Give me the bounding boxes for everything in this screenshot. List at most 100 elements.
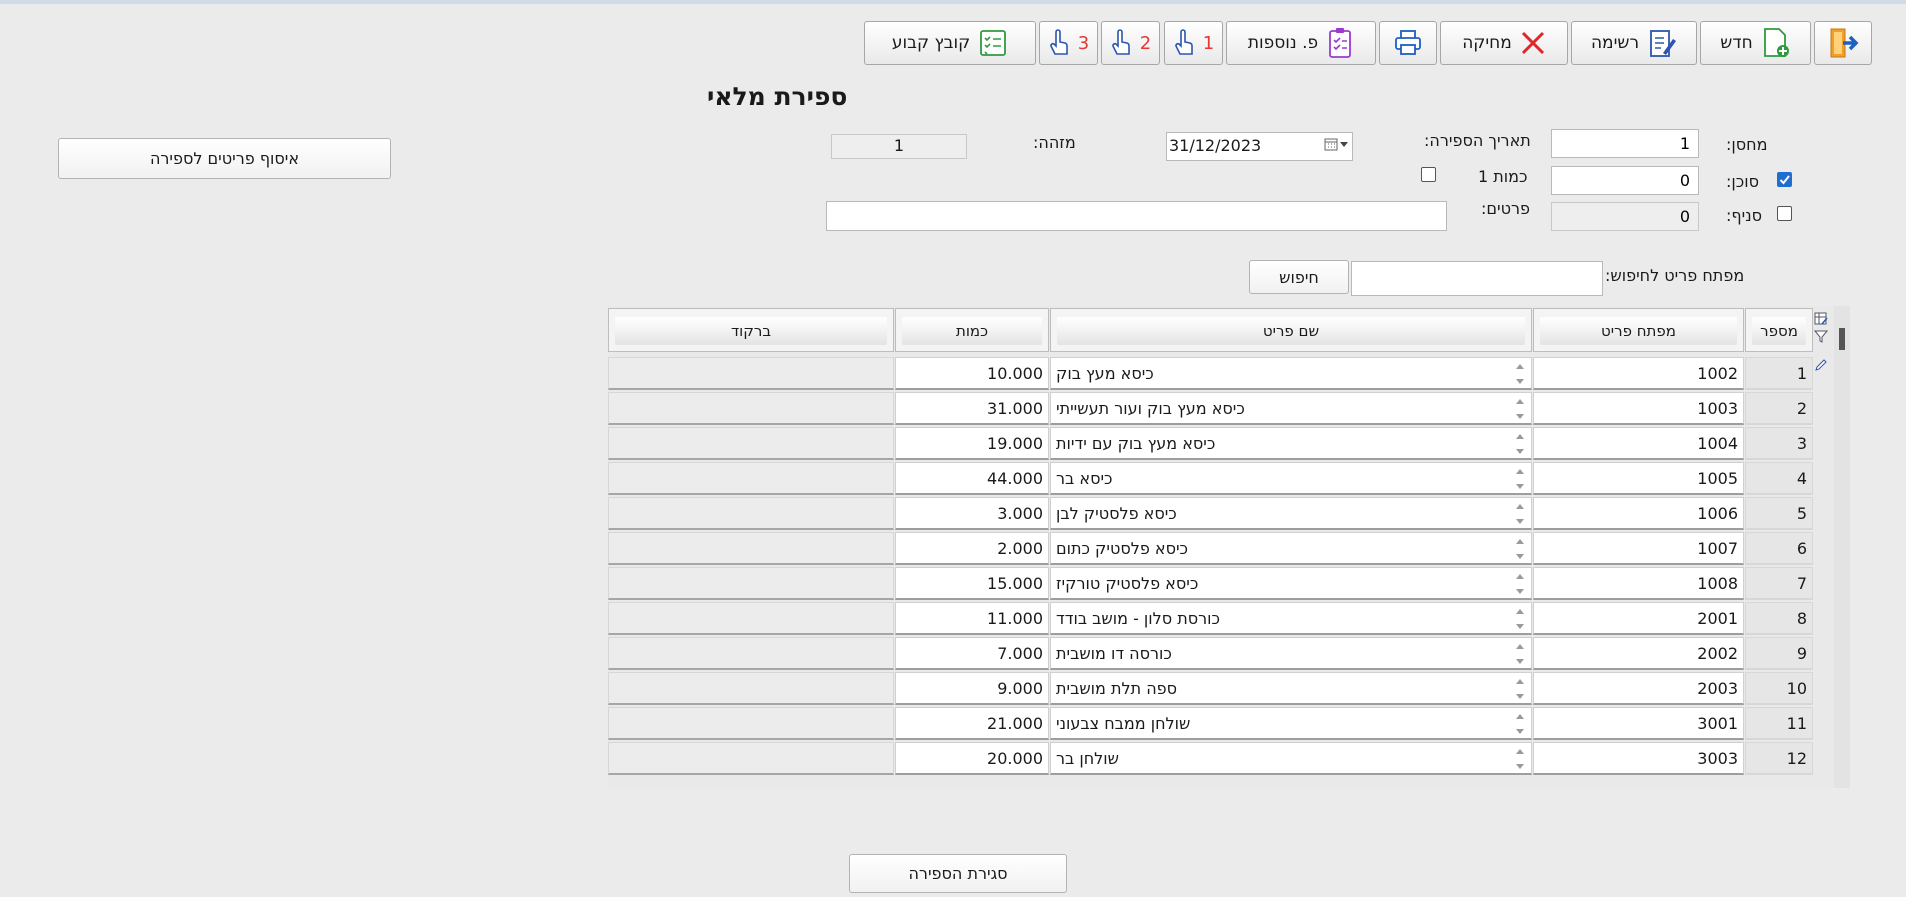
close-count-button[interactable]: סגירת הספירה (849, 854, 1067, 893)
quantity-cell[interactable]: 11.000 (895, 602, 1049, 635)
search-input[interactable] (1351, 261, 1603, 296)
warehouse-field[interactable] (1551, 129, 1699, 158)
barcode-cell[interactable] (608, 427, 894, 460)
table-row[interactable]: 15.000 כיסא פלסטיק טורקיז 1008 7 (608, 567, 1813, 602)
item-key-cell[interactable]: 1006 (1533, 497, 1744, 530)
item-key-cell[interactable]: 1007 (1533, 532, 1744, 565)
hand-1-button[interactable]: 1 (1164, 21, 1223, 65)
column-header-quantity[interactable]: כמות (895, 308, 1049, 352)
hand-2-button[interactable]: 2 (1101, 21, 1160, 65)
new-button[interactable]: חדש (1700, 21, 1811, 65)
column-header-barcode[interactable]: ברקוד (608, 308, 894, 352)
edit-pencil-icon[interactable] (1814, 358, 1828, 372)
spinner-arrows-icon[interactable] (1515, 676, 1525, 702)
quantity-cell[interactable]: 19.000 (895, 427, 1049, 460)
table-row[interactable]: 31.000 כיסא מעץ בוק ועור תעשייתי 1003 2 (608, 392, 1813, 427)
table-row[interactable]: 7.000 כורסה דו מושבית 2002 9 (608, 637, 1813, 672)
item-name-cell[interactable]: כיסא פלסטיק כתום (1050, 532, 1532, 565)
qty1-checkbox[interactable] (1421, 167, 1436, 182)
search-button[interactable]: חיפוש (1249, 260, 1349, 294)
table-row[interactable]: 9.000 ספה תלת מושבית 2003 10 (608, 672, 1813, 707)
more-functions-button[interactable]: פ. נוספות (1226, 21, 1376, 65)
item-name-cell[interactable]: כיסא מעץ בוק עם ידיות (1050, 427, 1532, 460)
filter-icon[interactable] (1814, 329, 1828, 343)
hand-3-button[interactable]: 3 (1039, 21, 1098, 65)
collect-items-button[interactable]: איסוף פריטים לספירה (58, 138, 391, 179)
item-key-cell[interactable]: 1005 (1533, 462, 1744, 495)
spinner-arrows-icon[interactable] (1515, 536, 1525, 562)
item-key-cell[interactable]: 2002 (1533, 637, 1744, 670)
agent-checkbox[interactable] (1777, 172, 1792, 187)
list-button[interactable]: רשימה (1571, 21, 1697, 65)
table-row[interactable]: 21.000 שולחן ממבח צבעוני 3001 11 (608, 707, 1813, 742)
agent-field[interactable] (1551, 166, 1699, 195)
quantity-cell[interactable]: 3.000 (895, 497, 1049, 530)
item-name-cell[interactable]: כיסא פלסטיק לבן (1050, 497, 1532, 530)
item-key-cell[interactable]: 1004 (1533, 427, 1744, 460)
spinner-arrows-icon[interactable] (1515, 501, 1525, 527)
item-key-cell[interactable]: 2003 (1533, 672, 1744, 705)
table-row[interactable]: 19.000 כיסא מעץ בוק עם ידיות 1004 3 (608, 427, 1813, 462)
barcode-cell[interactable] (608, 707, 894, 740)
quantity-cell[interactable]: 44.000 (895, 462, 1049, 495)
item-key-cell[interactable]: 2001 (1533, 602, 1744, 635)
spinner-arrows-icon[interactable] (1515, 466, 1525, 492)
column-header-item-key[interactable]: מפתח פריט (1533, 308, 1744, 352)
quantity-cell[interactable]: 15.000 (895, 567, 1049, 600)
delete-button[interactable]: מחיקה (1440, 21, 1568, 65)
quantity-cell[interactable]: 7.000 (895, 637, 1049, 670)
fixed-file-button[interactable]: קובץ קבוע (864, 21, 1036, 65)
vertical-scrollbar[interactable] (1834, 306, 1850, 788)
print-button[interactable] (1379, 21, 1437, 65)
barcode-cell[interactable] (608, 637, 894, 670)
calendar-dropdown[interactable] (1324, 137, 1348, 151)
item-name-cell[interactable]: כיסא פלסטיק טורקיז (1050, 567, 1532, 600)
barcode-cell[interactable] (608, 532, 894, 565)
table-row[interactable]: 44.000 כיסא בר 1005 4 (608, 462, 1813, 497)
spinner-arrows-icon[interactable] (1515, 571, 1525, 597)
barcode-cell[interactable] (608, 497, 894, 530)
item-name-cell[interactable]: כורסת סלון - מושב בודד (1050, 602, 1532, 635)
item-name-cell[interactable]: שולחן בר (1050, 742, 1532, 775)
branch-checkbox[interactable] (1777, 206, 1792, 221)
spinner-arrows-icon[interactable] (1515, 361, 1525, 387)
spinner-arrows-icon[interactable] (1515, 606, 1525, 632)
column-header-item-name[interactable]: שם פריט (1050, 308, 1532, 352)
items-field[interactable] (826, 201, 1447, 231)
count-date-field[interactable]: 31/12/2023 (1166, 132, 1353, 161)
quantity-cell[interactable]: 2.000 (895, 532, 1049, 565)
column-header-number[interactable]: מספר (1745, 308, 1813, 352)
item-name-cell[interactable]: שולחן ממבח צבעוני (1050, 707, 1532, 740)
table-row[interactable]: 10.000 כיסא מעץ בוק 1002 1 (608, 357, 1813, 392)
item-name-cell[interactable]: כיסא מעץ בוק ועור תעשייתי (1050, 392, 1532, 425)
barcode-cell[interactable] (608, 567, 894, 600)
barcode-cell[interactable] (608, 672, 894, 705)
item-key-cell[interactable]: 1003 (1533, 392, 1744, 425)
spinner-arrows-icon[interactable] (1515, 746, 1525, 772)
quantity-cell[interactable]: 31.000 (895, 392, 1049, 425)
item-key-cell[interactable]: 1008 (1533, 567, 1744, 600)
barcode-cell[interactable] (608, 357, 894, 390)
spinner-arrows-icon[interactable] (1515, 641, 1525, 667)
barcode-cell[interactable] (608, 392, 894, 425)
barcode-cell[interactable] (608, 602, 894, 635)
spinner-arrows-icon[interactable] (1515, 711, 1525, 737)
exit-button[interactable] (1814, 21, 1872, 65)
quantity-cell[interactable]: 9.000 (895, 672, 1049, 705)
item-key-cell[interactable]: 3001 (1533, 707, 1744, 740)
barcode-cell[interactable] (608, 742, 894, 775)
item-name-cell[interactable]: כיסא בר (1050, 462, 1532, 495)
table-row[interactable]: 20.000 שולחן בר 3003 12 (608, 742, 1813, 777)
table-row[interactable]: 11.000 כורסת סלון - מושב בודד 2001 8 (608, 602, 1813, 637)
table-row[interactable]: 3.000 כיסא פלסטיק לבן 1006 5 (608, 497, 1813, 532)
item-name-cell[interactable]: כיסא מעץ בוק (1050, 357, 1532, 390)
quantity-cell[interactable]: 10.000 (895, 357, 1049, 390)
item-key-cell[interactable]: 3003 (1533, 742, 1744, 775)
grid-settings-icon[interactable] (1814, 312, 1828, 326)
item-key-cell[interactable]: 1002 (1533, 357, 1744, 390)
spinner-arrows-icon[interactable] (1515, 431, 1525, 457)
spinner-arrows-icon[interactable] (1515, 396, 1525, 422)
table-row[interactable]: 2.000 כיסא פלסטיק כתום 1007 6 (608, 532, 1813, 567)
item-name-cell[interactable]: ספה תלת מושבית (1050, 672, 1532, 705)
item-name-cell[interactable]: כורסה דו מושבית (1050, 637, 1532, 670)
